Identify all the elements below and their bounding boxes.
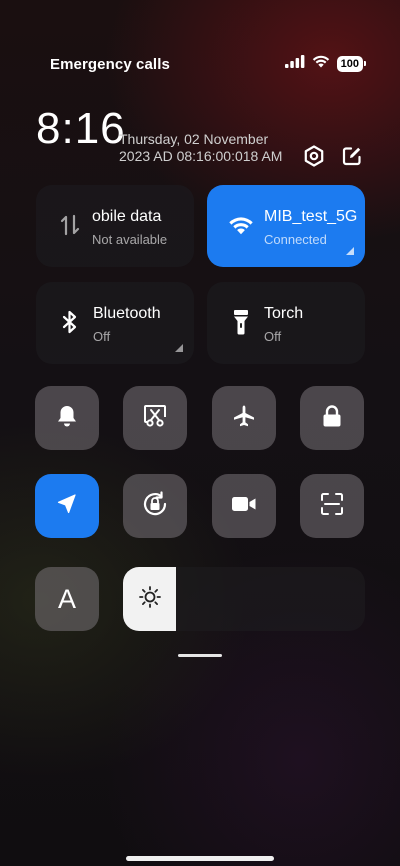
rotation-lock-icon	[141, 490, 169, 523]
status-carrier-text: Emergency calls	[50, 56, 170, 73]
scan-icon	[320, 492, 344, 521]
panel-drag-handle[interactable]	[178, 654, 222, 657]
status-icons: 100	[284, 54, 367, 73]
wifi-icon	[312, 54, 330, 73]
brightness-slider[interactable]	[123, 567, 365, 631]
battery-indicator: 100	[336, 55, 367, 72]
location-toggle[interactable]	[35, 474, 99, 538]
wifi-icon	[227, 211, 255, 239]
torch-tile[interactable]: Torch Off	[207, 282, 365, 364]
silent-toggle[interactable]	[35, 386, 99, 450]
bluetooth-title: Bluetooth	[93, 305, 161, 322]
date-line-2: 2023 AD 08:16:00:018 AM	[119, 148, 283, 164]
screenshot-toggle[interactable]	[123, 386, 187, 450]
scanner-toggle[interactable]	[300, 474, 364, 538]
font-size-label: A	[57, 583, 76, 614]
video-icon	[231, 495, 257, 518]
wifi-tile[interactable]: MIB_test_5G Connected	[207, 185, 365, 267]
gear-icon[interactable]	[302, 144, 326, 168]
lock-screen-toggle[interactable]	[300, 386, 364, 450]
wifi-status: Connected	[264, 232, 327, 247]
screen-recorder-toggle[interactable]	[212, 474, 276, 538]
font-size-toggle[interactable]: A	[35, 567, 99, 631]
expand-corner-icon[interactable]	[175, 344, 183, 352]
brightness-level-fill	[123, 567, 176, 631]
date-line-1: Thursday, 02 November	[119, 131, 269, 147]
mobile-data-icon	[56, 211, 84, 239]
signal-bars-icon	[284, 54, 305, 73]
airplane-mode-toggle[interactable]	[212, 386, 276, 450]
bluetooth-status: Off	[93, 329, 111, 344]
edit-icon[interactable]	[340, 144, 364, 168]
lock-icon	[322, 404, 342, 433]
screenshot-icon	[142, 403, 168, 434]
torch-title: Torch	[264, 305, 304, 322]
clock-time: 8:16	[36, 104, 126, 153]
sun-icon	[138, 585, 162, 614]
mobile-data-status: Not available	[92, 232, 168, 247]
torch-status: Off	[264, 329, 282, 344]
torch-icon	[227, 308, 255, 336]
mobile-data-title: obile data	[92, 208, 162, 225]
mobile-data-tile[interactable]: obile data Not available	[36, 185, 194, 267]
home-indicator[interactable]	[126, 856, 274, 861]
wifi-network-name: MIB_test_5G	[264, 208, 358, 225]
rotation-lock-toggle[interactable]	[123, 474, 187, 538]
date-text: Thursday, 02 November 2023 AD 08:16:00:0…	[119, 131, 282, 165]
bluetooth-icon	[56, 308, 84, 336]
location-icon	[56, 493, 78, 520]
bluetooth-tile[interactable]: Bluetooth Off	[36, 282, 194, 364]
expand-corner-icon[interactable]	[346, 247, 354, 255]
bell-icon	[56, 404, 78, 433]
airplane-icon	[232, 404, 256, 433]
